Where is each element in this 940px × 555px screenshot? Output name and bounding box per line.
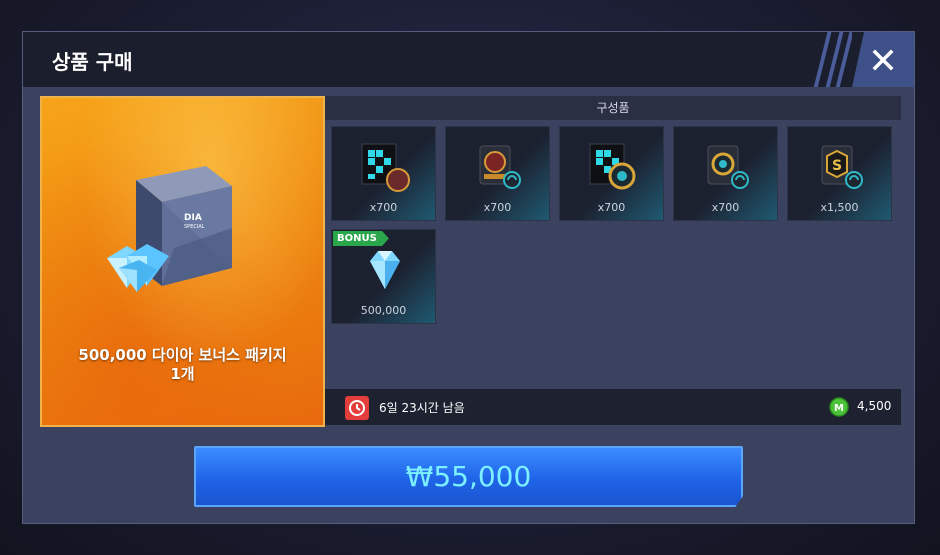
product-name-line2: 1개: [170, 365, 195, 383]
modal-header: 상품 구매: [23, 32, 914, 87]
bonus-item-diamond[interactable]: BONUS 500,000: [331, 229, 436, 324]
mileage-value: 4,500: [857, 399, 892, 413]
item-qty: x700: [483, 201, 512, 214]
contents-header: 구성품: [325, 96, 901, 120]
item-qty: 500,000: [360, 304, 407, 317]
diamond-pile-icon: [107, 244, 169, 292]
item-qty: x700: [597, 201, 626, 214]
purchase-modal: 상품 구매 DIA SPECIAL 500,000 다이아 보너스 패키지 1개…: [22, 31, 915, 524]
box-sublabel: SPECIAL: [184, 224, 205, 230]
diamond-icon: [370, 251, 400, 289]
modal-title: 상품 구매: [52, 50, 133, 74]
purchase-button[interactable]: ₩55,000: [194, 446, 743, 507]
content-item-s-grade-ticket[interactable]: S x1,500: [787, 126, 892, 221]
close-icon: [872, 49, 894, 70]
box-label: DIA: [184, 213, 202, 223]
monster-ticket-icon: [479, 145, 521, 189]
mileage-coin-icon: M: [829, 397, 849, 417]
product-name-line1: 500,000 다이아 보너스 패키지: [78, 346, 287, 364]
content-item-legend-ticket[interactable]: x700: [673, 126, 778, 221]
legend-ticket-icon: [707, 145, 749, 189]
product-name: 500,000 다이아 보너스 패키지 1개: [42, 346, 323, 384]
card-pack-legend-icon: [589, 143, 636, 190]
s-grade-ticket-icon: S: [821, 145, 863, 189]
svg-text:M: M: [834, 403, 844, 414]
purchase-price: ₩55,000: [405, 460, 532, 493]
svg-text:S: S: [832, 158, 842, 174]
bonus-tag: BONUS: [333, 231, 389, 246]
card-pack-monster-icon: [361, 143, 410, 192]
item-qty: x700: [711, 201, 740, 214]
content-item-card-pack-legend[interactable]: x700: [559, 126, 664, 221]
clock-icon: [345, 396, 369, 420]
item-qty: x1,500: [820, 201, 859, 214]
product-image-panel: DIA SPECIAL 500,000 다이아 보너스 패키지 1개: [40, 96, 325, 427]
header-decoration: [812, 32, 852, 87]
item-qty: x700: [369, 201, 398, 214]
info-bar: 6일 23시간 남음 M 4,500: [325, 389, 901, 425]
content-item-card-pack-monster[interactable]: x700: [331, 126, 436, 221]
content-item-monster-ticket[interactable]: x700: [445, 126, 550, 221]
time-remaining: 6일 23시간 남음: [379, 401, 465, 415]
close-button[interactable]: [852, 32, 914, 87]
